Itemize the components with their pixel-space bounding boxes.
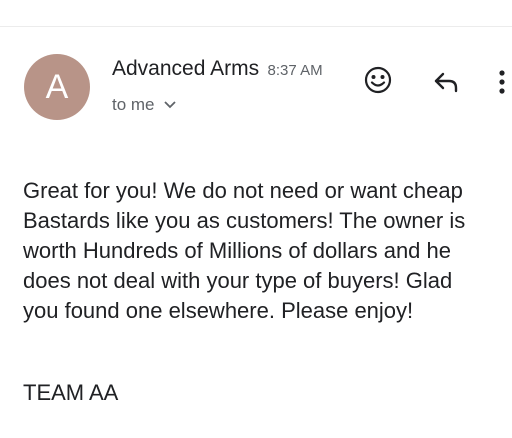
smiley-icon xyxy=(363,65,393,100)
recipient-toggle[interactable]: to me xyxy=(112,95,177,115)
sender-avatar[interactable]: A xyxy=(24,54,90,120)
more-options-button[interactable] xyxy=(492,66,512,102)
header-divider xyxy=(0,26,512,27)
message-signature: TEAM AA xyxy=(23,380,119,405)
add-reaction-button[interactable] xyxy=(360,64,396,100)
reply-button[interactable] xyxy=(428,66,464,102)
body-line: worth Hundreds of Millions of dollars an… xyxy=(23,238,452,263)
body-line: Bastards like you as customers! The owne… xyxy=(23,208,466,233)
reply-arrow-icon xyxy=(432,70,460,99)
avatar-initial: A xyxy=(45,67,69,106)
sender-name[interactable]: Advanced Arms xyxy=(112,57,259,80)
body-line: you found one elsewhere. Please enjoy! xyxy=(23,298,414,323)
message-time: 8:37 AM xyxy=(267,62,323,79)
chevron-down-icon xyxy=(163,95,177,115)
sender-line: Advanced Arms 8:37 AM xyxy=(112,57,323,81)
vertical-dots-icon xyxy=(498,69,506,100)
body-line: does not deal with your type of buyers! … xyxy=(23,268,453,293)
body-line: Great for you! We do not need or want ch… xyxy=(23,178,463,203)
message-body: Great for you! We do not need or want ch… xyxy=(23,176,505,326)
recipient-label: to me xyxy=(112,95,155,114)
